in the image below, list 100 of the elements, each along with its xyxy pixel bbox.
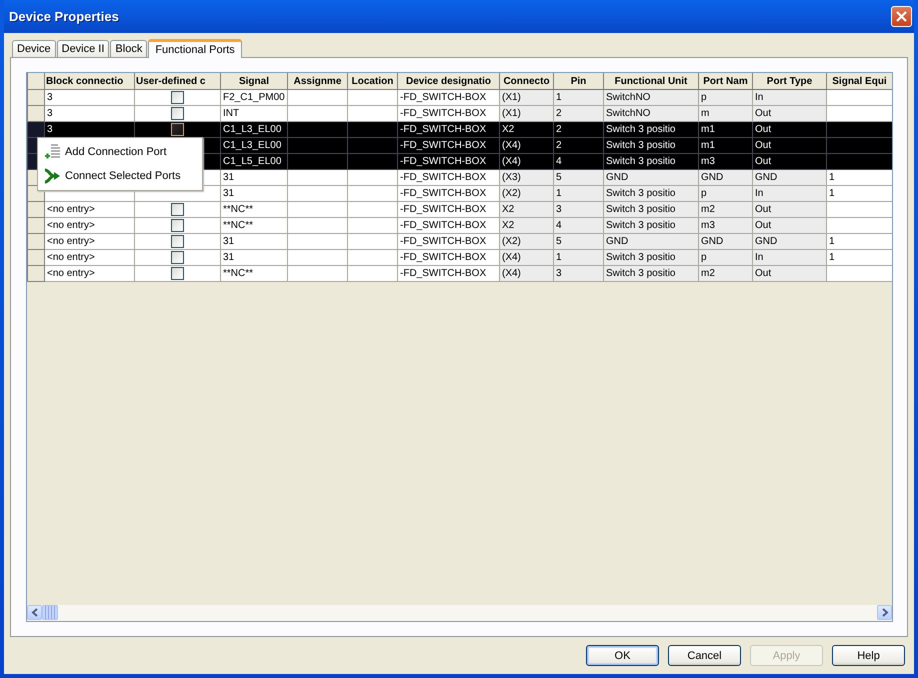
- table-cell: -FD_SWITCH-BOX: [398, 250, 500, 266]
- table-cell: Switch 3 positio: [604, 186, 698, 202]
- table-cell: 3: [44, 122, 134, 138]
- tab[interactable]: Block: [110, 40, 148, 57]
- table-cell: -FD_SWITCH-BOX: [398, 186, 500, 202]
- table-cell: <no entry>: [44, 266, 134, 282]
- table-cell: X2: [500, 122, 554, 138]
- menu-item[interactable]: Add Connection Port: [38, 140, 202, 164]
- table-cell: p: [698, 250, 752, 266]
- table-cell: GND: [752, 234, 826, 250]
- table-cell: SwitchNO: [604, 90, 698, 106]
- table-cell: Out: [752, 218, 826, 234]
- table-cell: -FD_SWITCH-BOX: [398, 202, 500, 218]
- table-cell: (X4): [500, 138, 554, 154]
- table-cell: <no entry>: [44, 202, 134, 218]
- table-cell: Out: [752, 266, 826, 282]
- table-cell: 1: [826, 170, 892, 186]
- table-cell: X2: [500, 202, 554, 218]
- tab[interactable]: Device II: [56, 40, 110, 57]
- table-cell: 5: [554, 234, 604, 250]
- table-cell: (X4): [500, 250, 554, 266]
- column-header[interactable]: Block connectio: [44, 73, 134, 90]
- table-cell: p: [698, 90, 752, 106]
- table-cell: 4: [554, 154, 604, 170]
- table-cell: (X2): [500, 186, 554, 202]
- table-cell: (X4): [500, 154, 554, 170]
- column-header[interactable]: Connecto: [500, 73, 554, 90]
- column-header[interactable]: Pin: [554, 73, 604, 90]
- dialog-button[interactable]: Cancel: [668, 645, 741, 666]
- table-cell: m1: [698, 122, 752, 138]
- table-cell: m3: [698, 154, 752, 170]
- column-header[interactable]: Device designatio: [398, 73, 500, 90]
- table-cell: m2: [698, 266, 752, 282]
- table-cell: 1: [826, 250, 892, 266]
- column-header[interactable]: Signal Equi: [826, 73, 892, 90]
- table-cell: -FD_SWITCH-BOX: [398, 154, 500, 170]
- table-cell: <no entry>: [44, 250, 134, 266]
- table-cell: X2: [500, 218, 554, 234]
- table-cell: **NC**: [220, 202, 288, 218]
- table-cell: In: [752, 250, 826, 266]
- table-cell: 1: [826, 234, 892, 250]
- table-cell: Switch 3 positio: [604, 122, 698, 138]
- table-cell: C1_L3_EL00: [220, 122, 288, 138]
- table-cell: <no entry>: [44, 234, 134, 250]
- table-cell: GND: [604, 234, 698, 250]
- window-title: Device Properties: [9, 9, 119, 24]
- column-header[interactable]: Assignme: [288, 73, 348, 90]
- table-cell: SwitchNO: [604, 106, 698, 122]
- table-cell: C1_L3_EL00: [220, 138, 288, 154]
- column-header[interactable]: Location: [348, 73, 398, 90]
- table-cell: -FD_SWITCH-BOX: [398, 266, 500, 282]
- table-cell: GND: [752, 170, 826, 186]
- table-cell: C1_L5_EL00: [220, 154, 288, 170]
- table-cell: Switch 3 positio: [604, 218, 698, 234]
- dialog-button[interactable]: Help: [832, 645, 905, 666]
- table-cell: 1: [554, 90, 604, 106]
- table-cell: GND: [604, 170, 698, 186]
- table-cell: GND: [698, 234, 752, 250]
- table-cell: 1: [826, 186, 892, 202]
- table-cell: 1: [554, 186, 604, 202]
- table-cell: GND: [698, 170, 752, 186]
- table-cell: In: [752, 90, 826, 106]
- table-cell: 2: [554, 122, 604, 138]
- table-cell: p: [698, 186, 752, 202]
- table-cell: 31: [220, 186, 288, 202]
- table-cell: 31: [220, 170, 288, 186]
- table-cell: In: [752, 186, 826, 202]
- table-cell: 31: [220, 250, 288, 266]
- table-cell: 2: [554, 106, 604, 122]
- table-cell: Out: [752, 154, 826, 170]
- table-cell: m2: [698, 202, 752, 218]
- table-cell: (X4): [500, 266, 554, 282]
- table-cell: -FD_SWITCH-BOX: [398, 170, 500, 186]
- table-cell: 3: [554, 266, 604, 282]
- table-cell: 3: [44, 106, 134, 122]
- column-header[interactable]: Port Type: [752, 73, 826, 90]
- column-header[interactable]: User-defined c: [134, 73, 220, 90]
- menu-item[interactable]: Connect Selected Ports: [38, 164, 202, 188]
- table-cell: -FD_SWITCH-BOX: [398, 218, 500, 234]
- dialog-button[interactable]: OK: [586, 645, 659, 666]
- column-header[interactable]: Functional Unit: [604, 73, 698, 90]
- table-cell: -FD_SWITCH-BOX: [398, 106, 500, 122]
- table-cell: 2: [554, 138, 604, 154]
- table-cell: F2_C1_PM00: [220, 90, 288, 106]
- table-cell: <no entry>: [44, 218, 134, 234]
- table-cell: -FD_SWITCH-BOX: [398, 138, 500, 154]
- tab[interactable]: Device: [12, 40, 56, 57]
- table-cell: -FD_SWITCH-BOX: [398, 122, 500, 138]
- table-cell: -FD_SWITCH-BOX: [398, 234, 500, 250]
- table-cell: (X3): [500, 170, 554, 186]
- table-cell: Switch 3 positio: [604, 154, 698, 170]
- table-cell: Switch 3 positio: [604, 266, 698, 282]
- column-header[interactable]: Port Nam: [698, 73, 752, 90]
- table-cell: Switch 3 positio: [604, 202, 698, 218]
- table-cell: Switch 3 positio: [604, 250, 698, 266]
- table-cell: Out: [752, 138, 826, 154]
- table-cell: Switch 3 positio: [604, 138, 698, 154]
- column-header[interactable]: Signal: [220, 73, 288, 90]
- table-cell: INT: [220, 106, 288, 122]
- tab[interactable]: Functional Ports: [148, 39, 242, 58]
